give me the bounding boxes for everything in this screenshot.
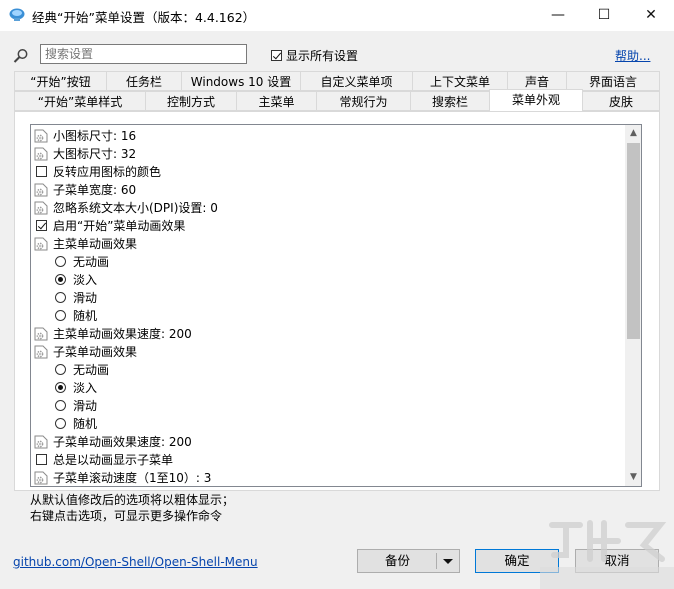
gear-document-icon (34, 183, 48, 197)
backup-label: 备份 (384, 553, 410, 568)
setting-radio[interactable] (55, 400, 66, 411)
tab-context-menu[interactable]: 上下文菜单 (412, 71, 508, 91)
settings-window: 经典“开始”菜单设置（版本：4.4.162） — ☐ ✕ 显示所有设置 帮助..… (0, 0, 674, 589)
search-icon (13, 49, 28, 63)
tab-custom-menu-items[interactable]: 自定义菜单项 (300, 71, 413, 91)
search-input[interactable] (40, 44, 247, 64)
scroll-thumb[interactable] (627, 143, 640, 339)
setting-radio[interactable] (55, 256, 66, 267)
setting-checkbox[interactable] (36, 220, 47, 231)
gear-document-icon (34, 345, 48, 359)
shell-icon (9, 8, 25, 21)
setting-label: 子菜单滚动速度（1至10）: 3 (53, 471, 212, 485)
setting-radio[interactable] (55, 274, 66, 285)
tab-taskbar[interactable]: 任务栏 (106, 71, 182, 91)
show-all-label: 显示所有设置 (286, 49, 359, 63)
backup-button[interactable]: 备份 (357, 549, 460, 573)
maximize-icon: ☐ (597, 7, 611, 23)
tab-language[interactable]: 界面语言 (566, 71, 660, 91)
setting-label: 启用“开始”菜单动画效果 (53, 219, 186, 233)
setting-label: 子菜单动画效果速度: 200 (53, 435, 192, 449)
watermark-logo-icon (540, 520, 674, 589)
split-divider (436, 553, 437, 569)
setting-label: 总是以动画显示子菜单 (53, 453, 174, 467)
chevron-down-icon[interactable] (443, 559, 453, 564)
minimize-button[interactable]: — (535, 0, 581, 31)
help-link[interactable]: 帮助... (615, 47, 650, 64)
gear-document-icon (34, 129, 48, 143)
tab-start-button[interactable]: “开始”按钮 (14, 71, 107, 91)
setting-checkbox[interactable] (36, 454, 47, 465)
gear-document-icon (34, 147, 48, 161)
tab-main-menu[interactable]: 主菜单 (236, 91, 317, 111)
setting-label: 子菜单动画效果 (53, 345, 138, 359)
setting-label: 无动画 (73, 363, 110, 377)
footnote-line-1: 从默认值修改后的选项将以粗体显示； (30, 493, 235, 507)
gear-document-icon (34, 327, 48, 341)
gear-document-icon (34, 201, 48, 215)
gear-document-icon (34, 435, 48, 449)
minimize-icon: — (551, 7, 565, 23)
settings-list[interactable]: ▲ ▼ 小图标尺寸: 16 大图标尺寸: 32 反转应用图标的颜色 子菜单宽度: 60… (30, 124, 642, 487)
scroll-up-icon[interactable]: ▲ (625, 125, 641, 142)
show-all-checkbox[interactable] (271, 50, 282, 61)
tab-menu-look[interactable]: 菜单外观 (489, 89, 583, 111)
close-icon: ✕ (645, 7, 657, 23)
maximize-button[interactable]: ☐ (581, 0, 627, 31)
setting-label: 滑动 (73, 399, 98, 413)
tab-start-menu-style[interactable]: “开始”菜单样式 (14, 91, 146, 111)
setting-label: 小图标尺寸: 16 (53, 129, 137, 143)
window-title: 经典“开始”菜单设置（版本：4.4.162） (32, 10, 256, 25)
footnote-line-2: 右键点击选项，可显示更多操作命令 (30, 509, 223, 523)
tab-sounds[interactable]: 声音 (507, 71, 567, 91)
setting-checkbox[interactable] (36, 166, 47, 177)
tab-controls[interactable]: 控制方式 (145, 91, 237, 111)
setting-label: 忽略系统文本大小(DPI)设置: 0 (53, 201, 218, 215)
show-all-settings-toggle[interactable]: 显示所有设置 (271, 47, 358, 64)
setting-radio[interactable] (55, 310, 66, 321)
setting-radio[interactable] (55, 364, 66, 375)
setting-label: 淡入 (73, 381, 98, 395)
setting-label: 子菜单宽度: 60 (53, 183, 137, 197)
setting-label: 主菜单动画效果 (53, 237, 138, 251)
title-bar: 经典“开始”菜单设置（版本：4.4.162） — ☐ ✕ (0, 0, 674, 31)
setting-label: 淡入 (73, 273, 98, 287)
tab-search-box[interactable]: 搜索栏 (410, 91, 490, 111)
setting-radio[interactable] (55, 418, 66, 429)
setting-label: 反转应用图标的颜色 (53, 165, 162, 179)
setting-radio[interactable] (55, 382, 66, 393)
footnote: 从默认值修改后的选项将以粗体显示； 右键点击选项，可显示更多操作命令 (30, 492, 234, 524)
gear-document-icon (34, 471, 48, 485)
vertical-scrollbar[interactable]: ▲ ▼ (625, 125, 641, 486)
setting-label: 滑动 (73, 291, 98, 305)
setting-label: 大图标尺寸: 32 (53, 147, 137, 161)
setting-radio[interactable] (55, 292, 66, 303)
setting-label: 主菜单动画效果速度: 200 (53, 327, 192, 341)
setting-label: 随机 (73, 309, 98, 323)
tab-skin[interactable]: 皮肤 (582, 91, 660, 111)
scroll-down-icon[interactable]: ▼ (625, 469, 641, 486)
gear-document-icon (34, 237, 48, 251)
tab-general-behavior[interactable]: 常规行为 (316, 91, 411, 111)
setting-label: 随机 (73, 417, 98, 431)
github-link[interactable]: github.com/Open-Shell/Open-Shell-Menu (13, 555, 258, 569)
tab-windows10-settings[interactable]: Windows 10 设置 (181, 71, 301, 91)
close-button[interactable]: ✕ (628, 0, 674, 31)
setting-label: 无动画 (73, 255, 110, 269)
